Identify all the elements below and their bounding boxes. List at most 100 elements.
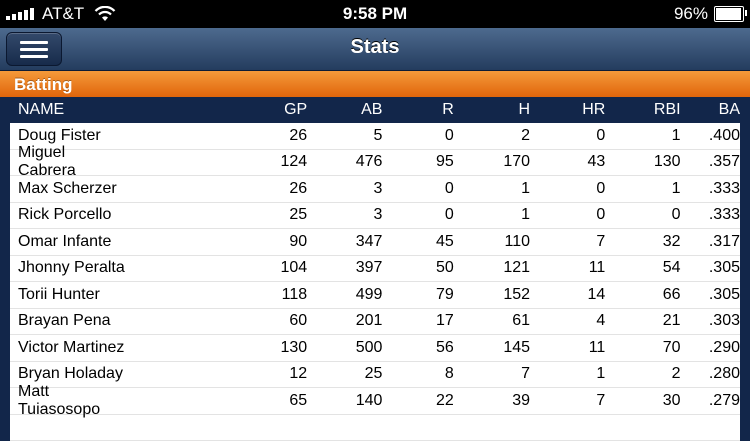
stats-table: NAME GP AB R H HR RBI BA Doug Fister2650… xyxy=(10,97,740,423)
cell-ab: 25 xyxy=(307,365,382,383)
header-gp[interactable]: GP xyxy=(127,101,307,119)
cell-gp: 118 xyxy=(127,286,307,304)
cell-ba: .357 xyxy=(681,153,740,171)
cell-rbi: 21 xyxy=(605,312,680,330)
header-ab[interactable]: AB xyxy=(307,101,382,119)
cell-hr: 0 xyxy=(530,127,605,145)
cell-hr: 7 xyxy=(530,392,605,410)
cell-ba: .303 xyxy=(681,312,740,330)
cell-hr: 11 xyxy=(530,339,605,357)
cell-ab: 140 xyxy=(307,392,382,410)
cell-r: 45 xyxy=(382,233,453,251)
cell-h: 1 xyxy=(454,180,530,198)
cell-r: 8 xyxy=(382,365,453,383)
cell-rbi: 30 xyxy=(605,392,680,410)
cell-rbi: 66 xyxy=(605,286,680,304)
header-hr[interactable]: HR xyxy=(530,101,605,119)
cell-h: 110 xyxy=(454,233,530,251)
table-row[interactable]: Rick Porcello2530100.333 xyxy=(10,203,740,230)
status-bar: AT&T 9:58 PM 96% xyxy=(0,0,750,28)
table-row[interactable]: Victor Martinez130500561451170.290 xyxy=(10,335,740,362)
header-r[interactable]: R xyxy=(382,101,453,119)
cell-rbi: 0 xyxy=(605,206,680,224)
header-rbi[interactable]: RBI xyxy=(605,101,680,119)
page-title: Stats xyxy=(0,36,750,59)
cell-ab: 397 xyxy=(307,259,382,277)
navigation-bar: Stats xyxy=(0,28,750,71)
cell-r: 0 xyxy=(382,127,453,145)
table-row[interactable]: Miguel Cabrera1244769517043130.357 xyxy=(10,150,740,177)
cell-h: 39 xyxy=(454,392,530,410)
cell-hr: 7 xyxy=(530,233,605,251)
cell-h: 145 xyxy=(454,339,530,357)
cell-name: Bryan Holaday xyxy=(10,365,127,383)
cell-name: Jhonny Peralta xyxy=(10,259,127,277)
cell-hr: 14 xyxy=(530,286,605,304)
status-time: 9:58 PM xyxy=(0,4,750,24)
cell-h: 2 xyxy=(454,127,530,145)
cell-rbi: 54 xyxy=(605,259,680,277)
cell-name: Max Scherzer xyxy=(10,180,127,198)
cell-r: 50 xyxy=(382,259,453,277)
cell-r: 56 xyxy=(382,339,453,357)
cell-ba: .279 xyxy=(681,392,740,410)
table-row[interactable]: Jhonny Peralta104397501211154.305 xyxy=(10,256,740,283)
cell-ab: 476 xyxy=(307,153,382,171)
cell-r: 22 xyxy=(382,392,453,410)
cell-ab: 3 xyxy=(307,206,382,224)
cell-gp: 90 xyxy=(127,233,307,251)
cell-ba: .305 xyxy=(681,259,740,277)
cell-hr: 0 xyxy=(530,206,605,224)
cell-name: Matt Tuiasosopo xyxy=(10,383,127,419)
cell-gp: 26 xyxy=(127,180,307,198)
header-name[interactable]: NAME xyxy=(10,101,127,119)
cell-h: 121 xyxy=(454,259,530,277)
table-row[interactable]: Matt Tuiasosopo651402239730.279 xyxy=(10,388,740,415)
section-header-batting: Batting xyxy=(0,71,750,97)
table-row[interactable]: Torii Hunter118499791521466.305 xyxy=(10,282,740,309)
cell-ba: .305 xyxy=(681,286,740,304)
cell-ba: .280 xyxy=(681,365,740,383)
cell-gp: 104 xyxy=(127,259,307,277)
table-header-row: NAME GP AB R H HR RBI BA xyxy=(10,97,740,123)
cell-hr: 1 xyxy=(530,365,605,383)
table-row[interactable]: Max Scherzer2630101.333 xyxy=(10,176,740,203)
cell-name: Doug Fister xyxy=(10,127,127,145)
battery-fill xyxy=(716,8,741,20)
table-row[interactable]: Omar Infante9034745110732.317 xyxy=(10,229,740,256)
cell-ab: 5 xyxy=(307,127,382,145)
cell-h: 7 xyxy=(454,365,530,383)
cell-h: 1 xyxy=(454,206,530,224)
cell-name: Omar Infante xyxy=(10,233,127,251)
cell-gp: 60 xyxy=(127,312,307,330)
cell-r: 0 xyxy=(382,180,453,198)
cell-r: 17 xyxy=(382,312,453,330)
cell-h: 152 xyxy=(454,286,530,304)
cell-name: Rick Porcello xyxy=(10,206,127,224)
cell-h: 61 xyxy=(454,312,530,330)
cell-rbi: 1 xyxy=(605,180,680,198)
cell-ab: 201 xyxy=(307,312,382,330)
cell-gp: 130 xyxy=(127,339,307,357)
cell-ab: 347 xyxy=(307,233,382,251)
cell-gp: 124 xyxy=(127,153,307,171)
table-row[interactable]: Brayan Pena602011761421.303 xyxy=(10,309,740,336)
cell-h: 170 xyxy=(454,153,530,171)
cell-gp: 26 xyxy=(127,127,307,145)
cell-gp: 12 xyxy=(127,365,307,383)
cell-name: Brayan Pena xyxy=(10,312,127,330)
cell-ba: .333 xyxy=(681,180,740,198)
battery-percent: 96% xyxy=(674,4,708,24)
header-ba[interactable]: BA xyxy=(681,101,740,119)
cell-ba: .317 xyxy=(681,233,740,251)
header-h[interactable]: H xyxy=(454,101,530,119)
cell-rbi: 130 xyxy=(605,153,680,171)
cell-gp: 65 xyxy=(127,392,307,410)
cell-ba: .333 xyxy=(681,206,740,224)
cell-ba: .400 xyxy=(681,127,740,145)
cell-name: Miguel Cabrera xyxy=(10,144,127,180)
cell-gp: 25 xyxy=(127,206,307,224)
cell-rbi: 2 xyxy=(605,365,680,383)
cell-hr: 43 xyxy=(530,153,605,171)
cell-rbi: 70 xyxy=(605,339,680,357)
